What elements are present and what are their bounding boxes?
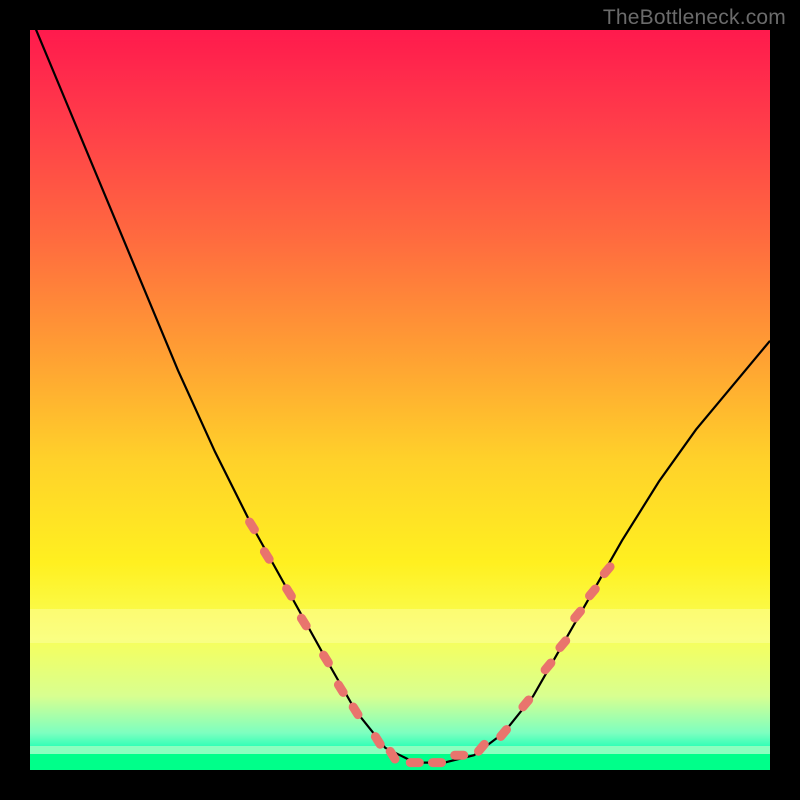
curve-marker	[450, 751, 468, 760]
outer-frame: TheBottleneck.com	[0, 0, 800, 800]
marker-group	[243, 516, 616, 767]
bottleneck-curve	[30, 30, 770, 763]
curve-group	[30, 30, 770, 763]
watermark-text: TheBottleneck.com	[603, 6, 786, 30]
curve-marker	[554, 634, 572, 654]
curve-marker	[317, 649, 334, 669]
chart-svg	[30, 30, 770, 770]
curve-marker	[428, 758, 446, 767]
curve-marker	[406, 758, 424, 767]
plot-area	[30, 30, 770, 770]
curve-marker	[280, 582, 297, 602]
curve-marker	[583, 583, 601, 603]
curve-marker	[243, 516, 260, 536]
